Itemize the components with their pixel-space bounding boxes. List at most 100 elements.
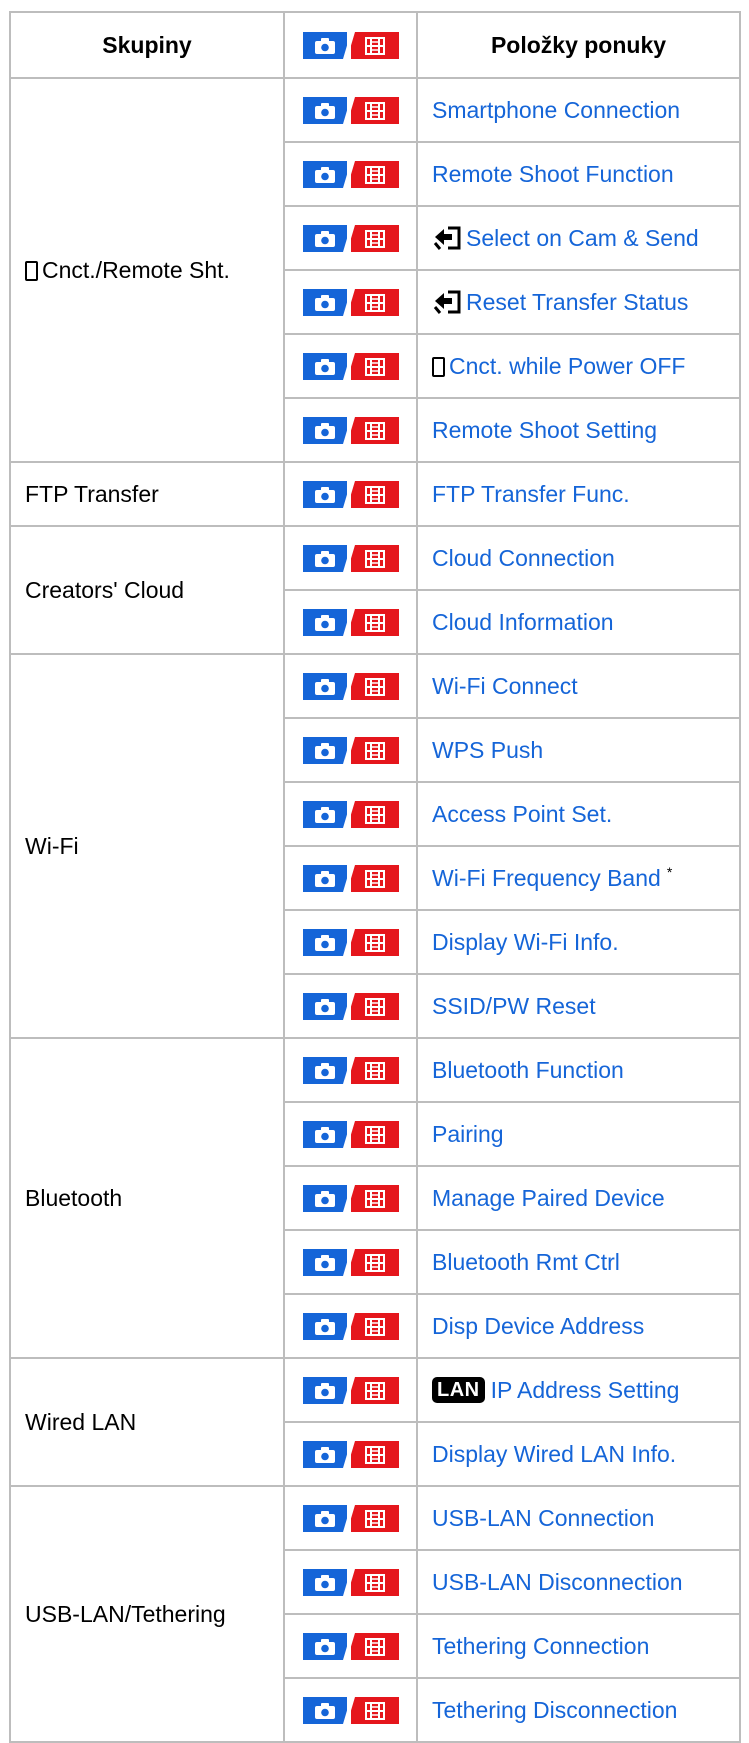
mode-cell (283, 1101, 418, 1167)
mode-badge (302, 1313, 399, 1341)
film-icon (350, 97, 399, 125)
camera-icon (302, 1505, 347, 1533)
mode-badge (302, 673, 399, 701)
table-row: Cnct./Remote Sht. Smartphone Connection (9, 77, 741, 463)
mode-cell (283, 909, 418, 975)
menu-item-link[interactable]: Bluetooth Function (432, 1057, 624, 1083)
menu-item-link[interactable]: IP Address Setting (491, 1377, 680, 1403)
menu-item-link[interactable]: Tethering Disconnection (432, 1697, 677, 1723)
menu-item-cell: SSID/PW Reset (416, 973, 741, 1039)
mode-badge (302, 481, 399, 509)
menu-item-link[interactable]: USB-LAN Disconnection (432, 1569, 683, 1595)
menu-item-link[interactable]: Wi-Fi Connect (432, 673, 578, 699)
menu-item-cell: Cnct. while Power OFF (416, 333, 741, 399)
camera-icon (302, 97, 347, 125)
mode-cell (283, 1549, 418, 1615)
camera-icon (302, 1633, 347, 1661)
menu-item-link[interactable]: FTP Transfer Func. (432, 481, 630, 507)
menu-item-link[interactable]: Cloud Connection (432, 545, 615, 571)
group-cell: FTP Transfer (9, 461, 285, 527)
menu-item-cell: Cloud Information (416, 589, 741, 655)
menu-item-link[interactable]: Smartphone Connection (432, 97, 680, 123)
camera-icon (302, 865, 347, 893)
camera-icon (302, 545, 347, 573)
table-row: Wired LAN LAN IP Address Setting (9, 1357, 741, 1487)
group-label: Bluetooth (25, 1184, 123, 1211)
group-label: USB-LAN/Tethering (25, 1600, 226, 1627)
mode-badge (302, 1185, 399, 1213)
film-icon (350, 1697, 399, 1725)
mode-cell (283, 397, 418, 463)
menu-item-cell: Tethering Connection (416, 1613, 741, 1679)
header-items: Položky ponuky (416, 11, 741, 79)
mode-cell (283, 973, 418, 1039)
film-icon (350, 1441, 399, 1469)
film-icon (350, 481, 399, 509)
menu-item-link[interactable]: Tethering Connection (432, 1633, 649, 1659)
mode-cell (283, 1421, 418, 1487)
camera-icon (302, 353, 347, 381)
film-icon (350, 1249, 399, 1277)
mode-badge (302, 737, 399, 765)
menu-item-cell: Disp Device Address (416, 1293, 741, 1359)
camera-icon (302, 1313, 347, 1341)
menu-item-link[interactable]: Select on Cam & Send (466, 225, 699, 251)
menu-item-link[interactable]: Reset Transfer Status (466, 289, 688, 315)
film-icon (350, 417, 399, 445)
mode-cell (283, 461, 418, 527)
group-label: Creators' Cloud (25, 576, 185, 603)
menu-item-link[interactable]: Display Wired LAN Info. (432, 1441, 676, 1467)
camera-icon (302, 1249, 347, 1277)
menu-item-link[interactable]: Cnct. while Power OFF (449, 353, 685, 379)
film-icon (350, 737, 399, 765)
mode-cell (283, 781, 418, 847)
mode-badge (302, 417, 399, 445)
mode-cell (283, 653, 418, 719)
menu-item-cell: Display Wired LAN Info. (416, 1421, 741, 1487)
menu-item-cell: Wi-Fi Connect (416, 653, 741, 719)
menu-item-link[interactable]: Bluetooth Rmt Ctrl (432, 1249, 620, 1275)
mode-badge (302, 865, 399, 893)
film-icon (350, 801, 399, 829)
mode-cell (283, 1357, 418, 1423)
menu-item-link[interactable]: Display Wi-Fi Info. (432, 929, 619, 955)
menu-item-link[interactable]: Disp Device Address (432, 1313, 644, 1339)
camera-icon (302, 1441, 347, 1469)
menu-item-link[interactable]: Cloud Information (432, 609, 614, 635)
menu-item-link[interactable]: Pairing (432, 1121, 504, 1147)
mode-badge (302, 225, 399, 253)
menu-item-link[interactable]: Access Point Set. (432, 801, 612, 827)
group-label: Wired LAN (25, 1408, 137, 1435)
menu-item-cell: Remote Shoot Function (416, 141, 741, 207)
camera-icon (302, 1569, 347, 1597)
film-icon (350, 673, 399, 701)
menu-item-cell: Smartphone Connection (416, 77, 741, 143)
table-row: Bluetooth Bluetooth Function (9, 1037, 741, 1359)
camera-icon (302, 1185, 347, 1213)
mode-badge (302, 1505, 399, 1533)
camera-icon (302, 1121, 347, 1149)
menu-item-cell: Access Point Set. (416, 781, 741, 847)
camera-icon (302, 161, 347, 189)
film-icon (350, 865, 399, 893)
camera-icon (302, 1697, 347, 1725)
mode-cell (283, 525, 418, 591)
menu-item-link[interactable]: Remote Shoot Function (432, 161, 674, 187)
group-cell: Creators' Cloud (9, 525, 285, 655)
menu-item-link[interactable]: SSID/PW Reset (432, 993, 596, 1019)
camera-icon (302, 609, 347, 637)
mode-badge (302, 97, 399, 125)
menu-item-cell: Remote Shoot Setting (416, 397, 741, 463)
group-cell: USB-LAN/Tethering (9, 1485, 285, 1743)
camera-icon (302, 993, 347, 1021)
menu-item-link[interactable]: Wi-Fi Frequency Band (432, 865, 661, 891)
mode-cell (283, 1165, 418, 1231)
menu-item-link[interactable]: USB-LAN Connection (432, 1505, 654, 1531)
menu-item-link[interactable]: Remote Shoot Setting (432, 417, 657, 443)
transfer-arrow-icon (433, 226, 461, 250)
camera-icon (302, 929, 347, 957)
menu-item-link[interactable]: Manage Paired Device (432, 1185, 665, 1211)
menu-item-link[interactable]: WPS Push (432, 737, 543, 763)
mode-cell (283, 1037, 418, 1103)
mode-cell (283, 1677, 418, 1743)
